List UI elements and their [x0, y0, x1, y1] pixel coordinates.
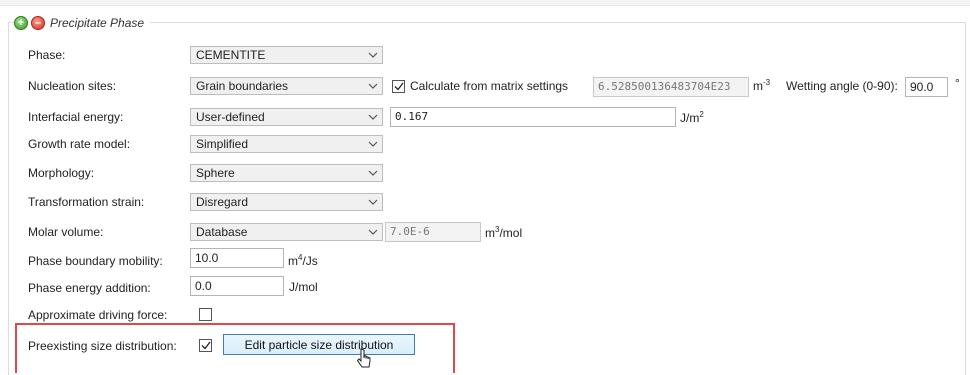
chevron-down-icon — [364, 83, 382, 89]
molar-unit-suffix: /mol — [499, 226, 523, 240]
phase-select[interactable]: CEMENTITE — [190, 46, 383, 64]
interfacial-energy-label: Interfacial energy: — [28, 110, 124, 124]
interfacial-unit-exponent: 2 — [699, 110, 704, 119]
molar-volume-value: Database — [196, 225, 248, 239]
growth-rate-model-label: Growth rate model: — [28, 137, 131, 151]
add-icon[interactable]: + — [14, 16, 28, 30]
molar-unit-prefix: m — [485, 226, 495, 240]
molar-volume-select[interactable]: Database — [190, 223, 383, 241]
interfacial-energy-unit: J/m2 — [680, 110, 704, 126]
chevron-down-icon — [364, 229, 382, 235]
transformation-strain-select[interactable]: Disregard — [190, 193, 383, 211]
approximate-driving-force-label: Approximate driving force: — [28, 308, 168, 322]
nucleation-density-field[interactable]: 6.528500136483704E23 — [593, 77, 749, 97]
nucleation-sites-label: Nucleation sites: — [28, 79, 117, 93]
chevron-down-icon — [364, 141, 382, 147]
molar-volume-field[interactable]: 7.0E-6 — [385, 222, 481, 242]
chevron-down-icon — [364, 199, 382, 205]
interfacial-energy-select[interactable]: User-defined — [190, 108, 383, 126]
growth-rate-model-select[interactable]: Simplified — [190, 135, 383, 153]
phase-boundary-mobility-field[interactable]: 10.0 — [190, 248, 284, 268]
phase-label: Phase: — [28, 48, 66, 62]
morphology-value: Sphere — [196, 166, 235, 180]
phase-boundary-mobility-unit: m4/Js — [288, 253, 318, 269]
phase-boundary-mobility-label: Phase boundary mobility: — [28, 254, 163, 268]
molar-volume-unit: m3/mol — [485, 225, 522, 241]
nucleation-density-unit: m-3 — [753, 78, 770, 94]
remove-icon[interactable]: – — [31, 16, 45, 30]
transformation-strain-value: Disregard — [196, 195, 249, 209]
wetting-angle-unit: ° — [955, 76, 960, 90]
phase-energy-addition-field[interactable]: 0.0 — [190, 276, 284, 296]
interfacial-energy-field[interactable]: 0.167 — [390, 107, 676, 127]
group-header: + – Precipitate Phase — [14, 14, 151, 32]
transformation-strain-label: Transformation strain: — [28, 195, 145, 209]
phase-select-value: CEMENTITE — [196, 48, 266, 62]
calculate-from-matrix-checkbox[interactable] — [392, 80, 405, 93]
phase-energy-addition-label: Phase energy addition: — [28, 281, 151, 295]
nucleation-sites-value: Grain boundaries — [196, 79, 289, 93]
phase-energy-addition-unit: J/mol — [289, 280, 318, 294]
interfacial-unit-prefix: J/m — [680, 111, 700, 125]
morphology-select[interactable]: Sphere — [190, 164, 383, 182]
chevron-down-icon — [364, 114, 382, 120]
wetting-angle-field[interactable]: 90.0 — [905, 77, 948, 97]
density-unit-prefix: m — [753, 79, 763, 93]
interfacial-energy-value: User-defined — [196, 110, 265, 124]
highlight-box — [15, 323, 455, 373]
calculate-from-matrix-label: Calculate from matrix settings — [410, 79, 569, 93]
chevron-down-icon — [364, 170, 382, 176]
density-unit-exponent: -3 — [763, 78, 771, 87]
top-separator — [0, 0, 970, 6]
chevron-down-icon — [364, 52, 382, 58]
molar-volume-label: Molar volume: — [28, 225, 104, 239]
wetting-angle-label: Wetting angle (0-90): — [786, 79, 898, 93]
mobility-unit-suffix: /Js — [302, 254, 318, 268]
nucleation-sites-select[interactable]: Grain boundaries — [190, 77, 383, 95]
group-title: Precipitate Phase — [50, 16, 145, 30]
mobility-unit-prefix: m — [288, 254, 298, 268]
morphology-label: Morphology: — [28, 166, 95, 180]
approximate-driving-force-checkbox[interactable] — [199, 308, 212, 321]
growth-rate-model-value: Simplified — [196, 137, 249, 151]
